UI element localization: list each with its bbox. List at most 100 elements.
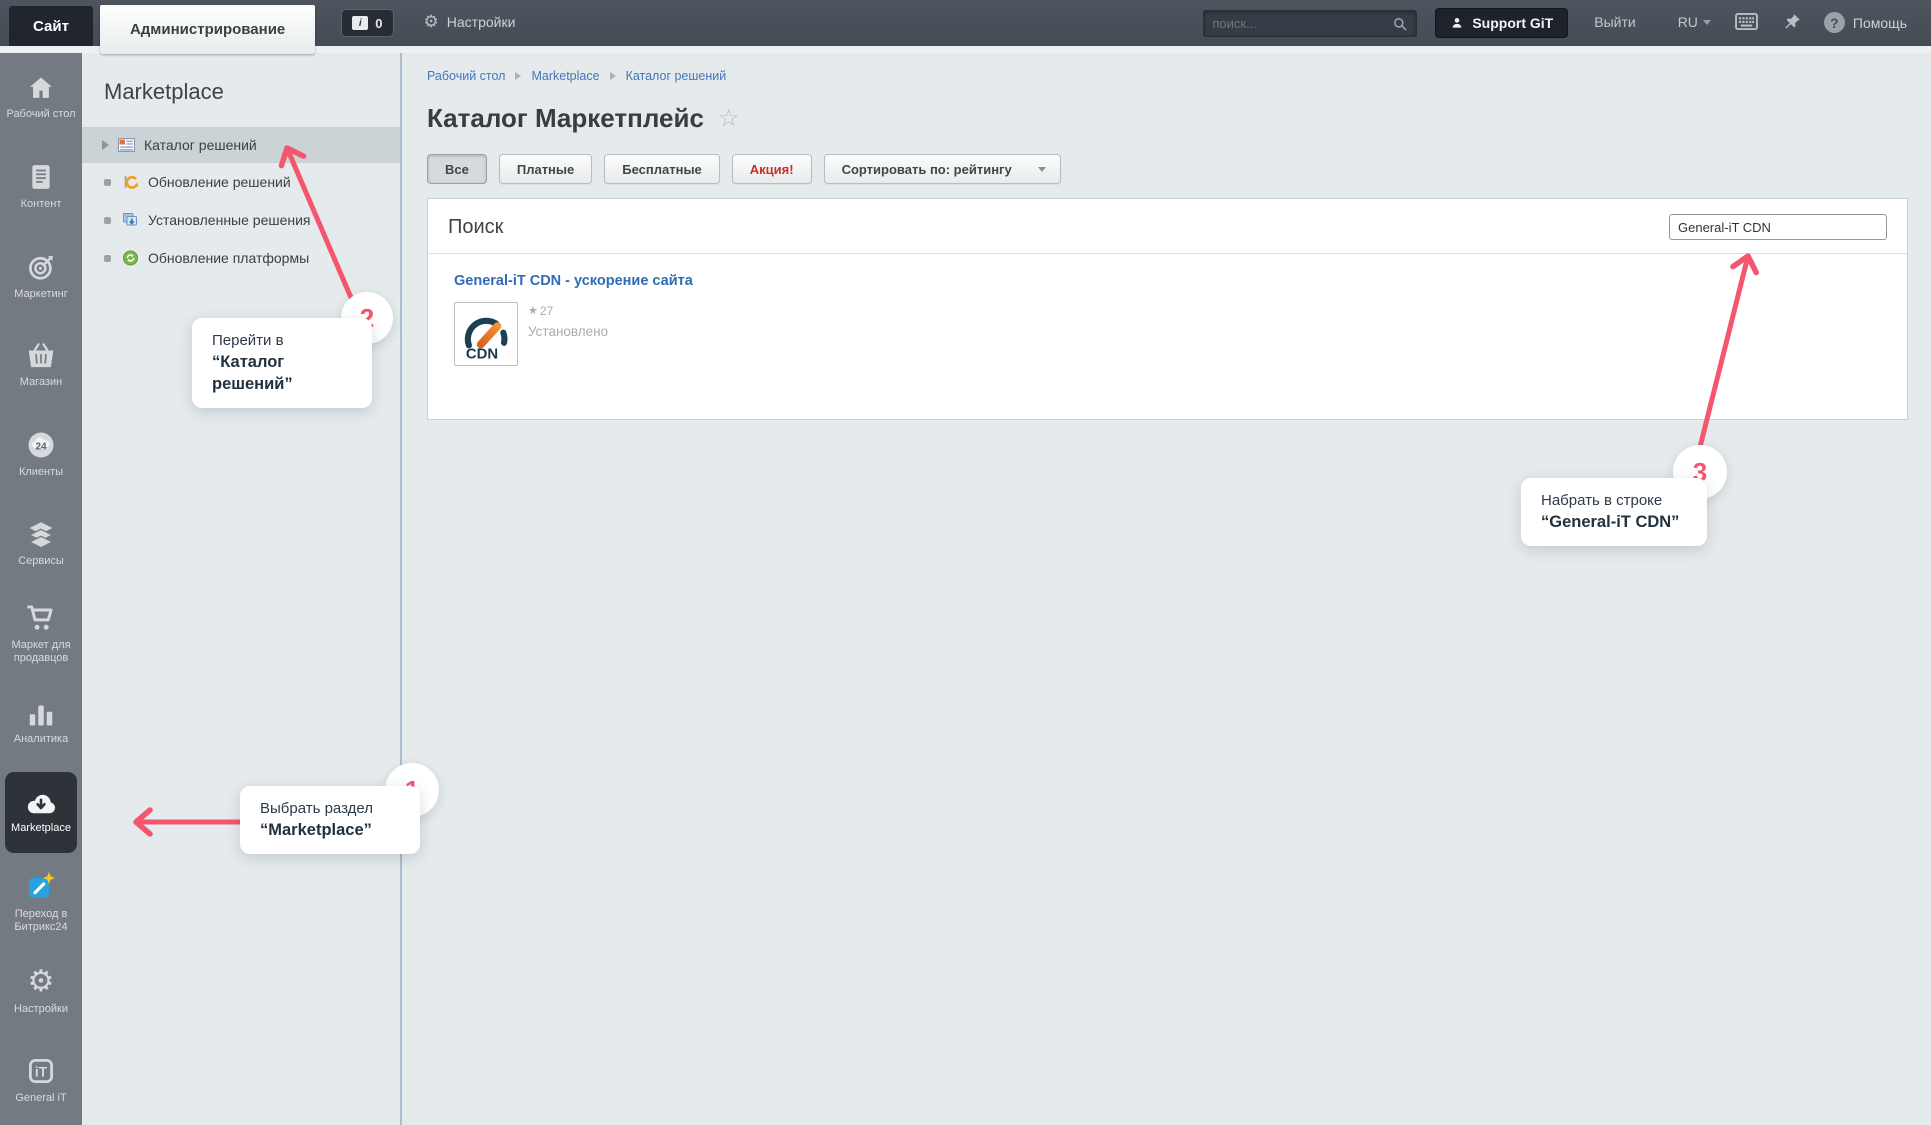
svg-text:CDN: CDN <box>466 347 498 363</box>
callout-1: Выбрать раздел “Marketplace” <box>240 786 420 854</box>
menu-item-solutions-catalog[interactable]: Каталог решений <box>82 127 400 163</box>
menu-item-label: Обновление решений <box>148 174 291 190</box>
menu-item-installed-solutions[interactable]: Установленные решения <box>82 201 400 239</box>
cloud-download-icon <box>27 794 55 814</box>
breadcrumb-separator-icon <box>515 72 522 80</box>
triangle-marker-icon <box>102 140 109 150</box>
sidebar-item-shop[interactable]: Магазин <box>0 321 82 410</box>
pin-button[interactable] <box>1782 12 1802 37</box>
logout-link[interactable]: Выйти <box>1594 14 1635 30</box>
sidebar-item-marketplace[interactable]: Marketplace <box>5 771 77 854</box>
sidebar-item-marketing[interactable]: Маркетинг <box>0 232 82 321</box>
sidebar-item-general-it[interactable]: iT General iT <box>0 1036 82 1125</box>
notifications-badge[interactable]: i 0 <box>341 9 394 37</box>
filter-label: Платные <box>516 161 575 177</box>
filter-paid-button[interactable]: Платные <box>498 154 593 184</box>
rating-count: 27 <box>539 304 554 318</box>
help-button[interactable]: ? Помощь <box>1823 12 1907 33</box>
search-results-panel: Поиск General-iT CDN - ускорение сайта <box>427 198 1908 420</box>
sidebar-item-settings[interactable]: ⚙ Настройки <box>0 946 82 1035</box>
keyboard-icon <box>1735 12 1758 31</box>
filter-label: Акция! <box>749 161 794 177</box>
sidebar-item-services[interactable]: Сервисы <box>0 500 82 589</box>
callout-text: Набрать в строке <box>1541 492 1663 509</box>
sidebar-item-analytics[interactable]: Аналитика <box>0 678 82 767</box>
menu-item-solutions-update[interactable]: Обновление решений <box>82 163 400 201</box>
tab-site-label: Сайт <box>33 17 69 35</box>
rail-label: Аналитика <box>13 733 69 746</box>
callout-text-bold: “Marketplace” <box>260 821 372 839</box>
rail-label: Переход в Битрикс24 <box>14 907 68 933</box>
support-label: Support GiT <box>1472 15 1554 31</box>
chevron-down-icon <box>1702 19 1711 25</box>
sort-dropdown[interactable]: Сортировать по: рейтингу <box>823 154 1061 184</box>
breadcrumb-separator-icon <box>609 72 616 80</box>
help-label: Помощь <box>1852 14 1907 31</box>
clients-24-icon: 24 <box>28 432 54 458</box>
breadcrumb-desktop[interactable]: Рабочий стол <box>427 69 505 83</box>
menu-item-platform-update[interactable]: Обновление платформы <box>82 239 400 277</box>
catalog-search-input[interactable] <box>1669 214 1887 240</box>
info-icon: i <box>352 16 369 30</box>
top-settings-label: Настройки <box>446 13 516 30</box>
hotkeys-button[interactable] <box>1735 12 1758 36</box>
favorite-star-icon[interactable]: ☆ <box>718 106 740 131</box>
filter-promo-button[interactable]: Акция! <box>731 154 812 184</box>
top-settings-button[interactable]: ⚙ Настройки <box>424 13 516 30</box>
bitrix24-icon <box>29 871 55 898</box>
sidebar-item-bitrix24[interactable]: Переход в Битрикс24 <box>0 857 82 946</box>
svg-text:24: 24 <box>35 442 47 453</box>
tab-administration[interactable]: Администрирование <box>99 5 316 54</box>
result-rating: ★ 27 <box>528 304 608 318</box>
tab-admin-label: Администрирование <box>129 21 286 38</box>
sidebar-item-content[interactable]: Контент <box>0 142 82 231</box>
rail-label: Marketplace <box>11 821 71 834</box>
cart-icon <box>27 605 53 630</box>
filter-all-button[interactable]: Все <box>427 154 487 184</box>
support-button[interactable]: Support GiT <box>1435 8 1569 38</box>
language-selector[interactable]: RU <box>1678 14 1711 30</box>
rail-label: Магазин <box>19 376 63 389</box>
bar-chart-icon <box>29 705 53 726</box>
help-icon: ? <box>1823 12 1845 33</box>
menu-item-label: Установленные решения <box>148 212 311 228</box>
logout-label: Выйти <box>1594 14 1636 30</box>
cdn-speedometer-icon: CDN <box>464 317 508 363</box>
callout-text: Перейти в <box>212 332 284 349</box>
result-title-link[interactable]: General-iT CDN - ускорение сайта <box>454 273 693 289</box>
tab-site[interactable]: Сайт <box>9 6 93 46</box>
sidebar-item-desktop[interactable]: Рабочий стол <box>0 53 82 142</box>
menu-item-label: Обновление платформы <box>148 250 310 266</box>
sidebar-item-vendor-market[interactable]: Маркет для продавцов <box>0 589 82 678</box>
target-icon <box>29 255 53 280</box>
callout-3: Набрать в строке “General-iT CDN” <box>1521 478 1707 546</box>
star-icon: ★ <box>528 304 538 317</box>
rail-label: Маркетинг <box>14 287 68 300</box>
rail-label: Рабочий стол <box>6 108 76 121</box>
gear-icon: ⚙ <box>27 964 55 998</box>
breadcrumb: Рабочий стол Marketplace Каталог решений <box>427 69 1908 83</box>
installed-solutions-icon <box>123 213 137 226</box>
sidebar-item-clients[interactable]: 24 Клиенты <box>0 410 82 499</box>
search-icon[interactable] <box>1392 16 1408 32</box>
notifications-count: 0 <box>375 15 383 31</box>
filter-label: Все <box>445 161 469 177</box>
breadcrumb-marketplace[interactable]: Marketplace <box>531 69 599 83</box>
result-logo[interactable]: CDN <box>454 302 518 366</box>
rail-label: Клиенты <box>18 466 64 479</box>
pin-icon <box>1785 14 1800 29</box>
update-solutions-icon <box>124 175 139 189</box>
filter-free-button[interactable]: Бесплатные <box>604 154 720 184</box>
result-item: General-iT CDN - ускорение сайта CDN ★ 2… <box>428 254 1907 384</box>
filter-label: Бесплатные <box>622 161 702 177</box>
callout-text: Выбрать раздел <box>260 800 373 817</box>
rail-label: Сервисы <box>18 554 64 567</box>
top-search-input[interactable] <box>1212 16 1393 31</box>
menu-item-label: Каталог решений <box>144 137 257 153</box>
breadcrumb-catalog[interactable]: Каталог решений <box>626 69 727 83</box>
catalog-icon <box>118 138 135 152</box>
top-search[interactable] <box>1203 10 1418 37</box>
filter-bar: Все Платные Бесплатные Акция! Сортироват… <box>427 154 1908 184</box>
basket-icon <box>28 343 54 368</box>
bullet-icon <box>104 178 111 186</box>
